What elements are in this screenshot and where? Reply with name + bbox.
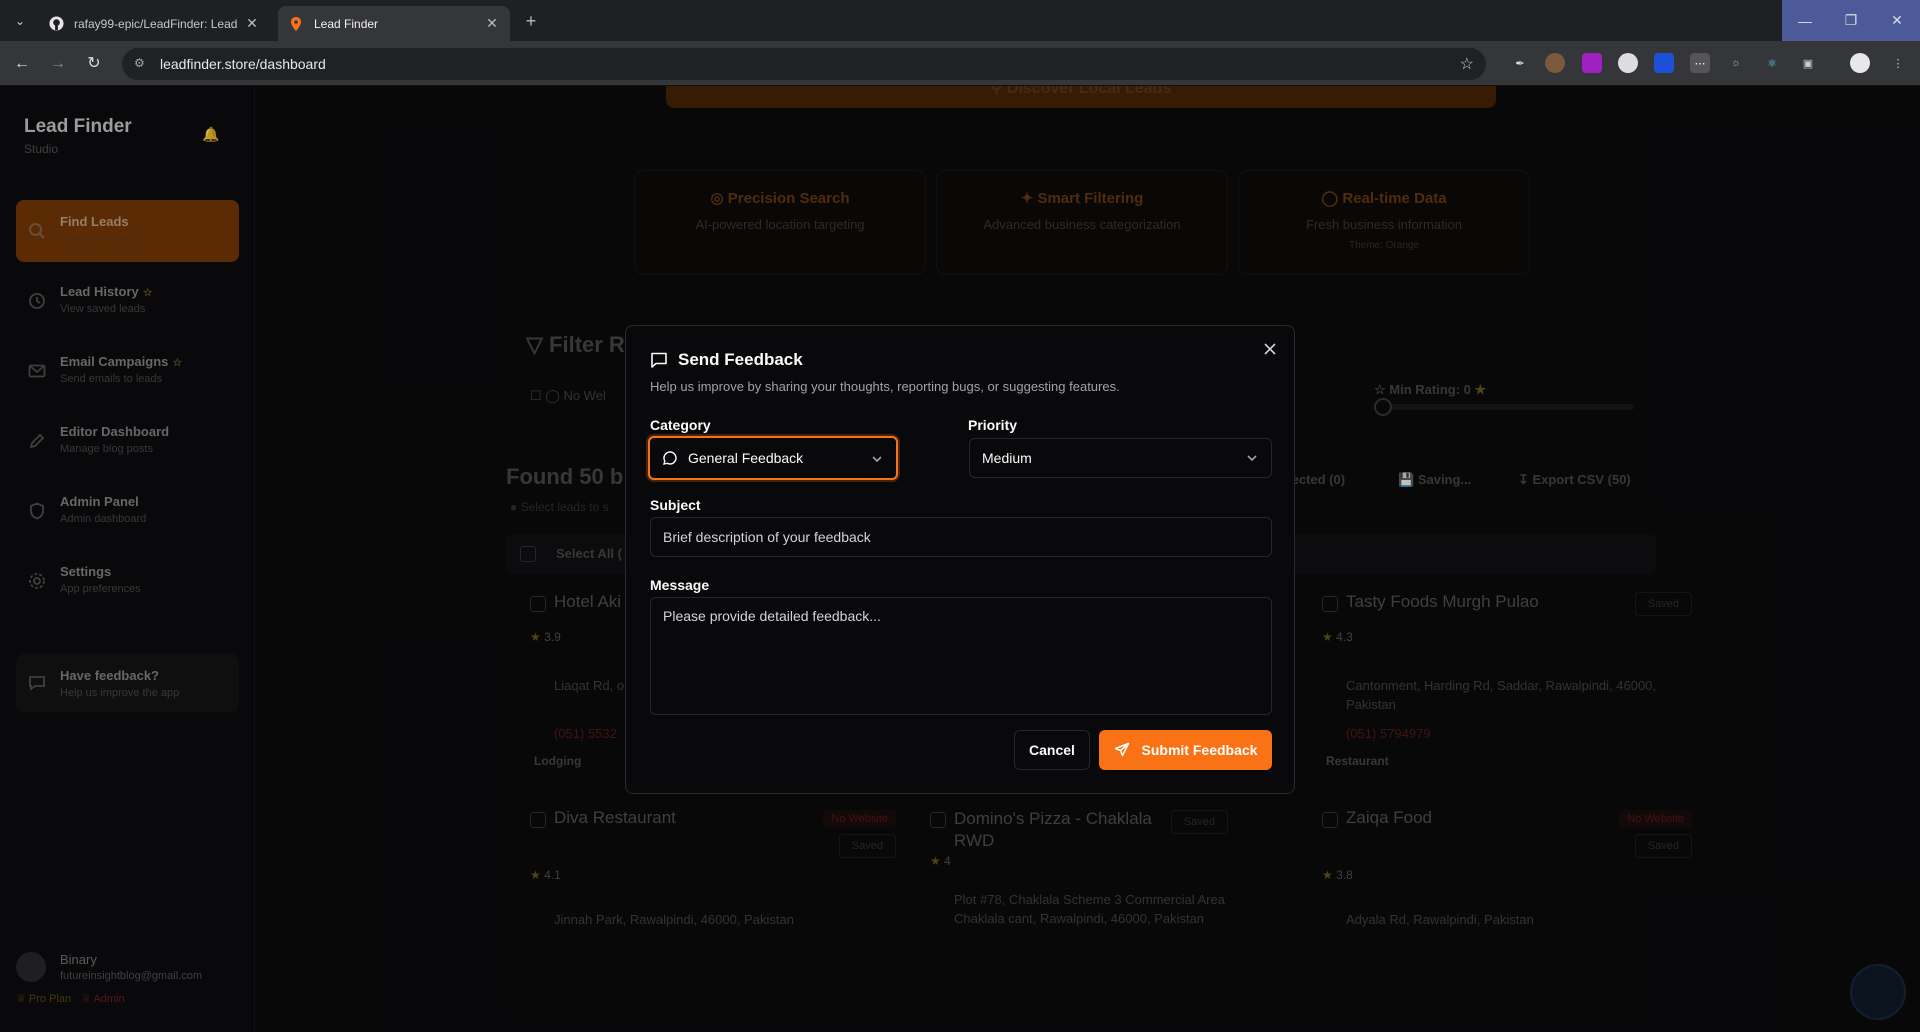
feedback-dialog: Send Feedback Help us improve by sharing…: [625, 325, 1295, 794]
message-square-icon: [651, 352, 667, 368]
subject-input[interactable]: [650, 517, 1272, 557]
globe-extension-icon[interactable]: [1618, 53, 1638, 73]
browser-tab-lead-finder[interactable]: Lead Finder ✕: [278, 6, 510, 41]
tab-title: rafay99-epic/LeadFinder: Lead: [74, 16, 238, 31]
category-value: General Feedback: [688, 450, 804, 466]
purple-extension-icon[interactable]: [1582, 53, 1602, 73]
dialog-title-text: Send Feedback: [678, 350, 803, 369]
bitwarden-shield-icon[interactable]: [1654, 53, 1674, 73]
map-pin-icon: [288, 16, 304, 32]
dialog-description: Help us improve by sharing your thoughts…: [650, 379, 1120, 394]
priority-select[interactable]: Medium: [969, 438, 1272, 478]
chevron-down-icon: [872, 456, 882, 463]
submit-feedback-button[interactable]: Submit Feedback: [1099, 730, 1272, 770]
category-label: Category: [650, 417, 711, 433]
priority-label: Priority: [968, 417, 1018, 433]
message-circle-icon: [663, 451, 677, 465]
new-tab-icon[interactable]: +: [520, 10, 542, 32]
cancel-button[interactable]: Cancel: [1014, 730, 1090, 770]
profile-icon[interactable]: [1850, 53, 1870, 73]
subject-label: Subject: [650, 497, 701, 513]
puzzle-extensions-icon[interactable]: ▣: [1798, 53, 1818, 73]
close-icon[interactable]: [1262, 342, 1278, 358]
url-text: leadfinder.store/dashboard: [160, 56, 326, 72]
browser-tab-bar: ⌄ rafay99-epic/LeadFinder: Lead ✕ Lead F…: [0, 0, 1920, 41]
github-icon: [48, 16, 64, 32]
dots-extension-icon[interactable]: ⋯: [1690, 53, 1710, 73]
chevron-down-icon: [1247, 455, 1257, 462]
tab-title: Lead Finder: [314, 16, 379, 31]
menu-kebab-icon[interactable]: ⋮: [1888, 53, 1908, 73]
react-extension-icon[interactable]: ⚛: [1762, 53, 1782, 73]
category-select[interactable]: General Feedback: [648, 436, 898, 480]
close-tab-icon[interactable]: ✕: [484, 15, 500, 32]
site-info-icon[interactable]: ⚙: [134, 56, 150, 72]
priority-value: Medium: [982, 450, 1032, 466]
avatar-extension-icon[interactable]: [1545, 53, 1565, 73]
close-tab-icon[interactable]: ✕: [244, 15, 260, 32]
tab-search-chevron-icon[interactable]: ⌄: [8, 9, 32, 33]
reload-icon[interactable]: ↻: [82, 52, 106, 76]
back-icon[interactable]: ←: [10, 52, 34, 76]
browser-tab-github[interactable]: rafay99-epic/LeadFinder: Lead ✕: [38, 6, 270, 41]
forward-icon[interactable]: →: [46, 52, 70, 76]
sun-extension-icon[interactable]: ☼: [1726, 53, 1746, 73]
minimize-icon[interactable]: —: [1782, 0, 1828, 41]
close-window-icon[interactable]: ✕: [1874, 0, 1920, 41]
message-label: Message: [650, 577, 710, 593]
message-textarea[interactable]: [650, 597, 1272, 715]
submit-label: Submit Feedback: [1141, 742, 1258, 758]
restore-icon[interactable]: ❐: [1828, 0, 1874, 41]
bookmark-star-icon[interactable]: ☆: [1460, 54, 1474, 74]
address-bar[interactable]: ⚙ leadfinder.store/dashboard ☆: [122, 48, 1486, 80]
dialog-title: Send Feedback: [650, 350, 803, 370]
send-icon: [1114, 742, 1129, 757]
pen-extension-icon[interactable]: ✒: [1510, 53, 1530, 73]
browser-toolbar: ← → ↻ ⚙ leadfinder.store/dashboard ☆ ✒ ⋯…: [0, 41, 1920, 86]
